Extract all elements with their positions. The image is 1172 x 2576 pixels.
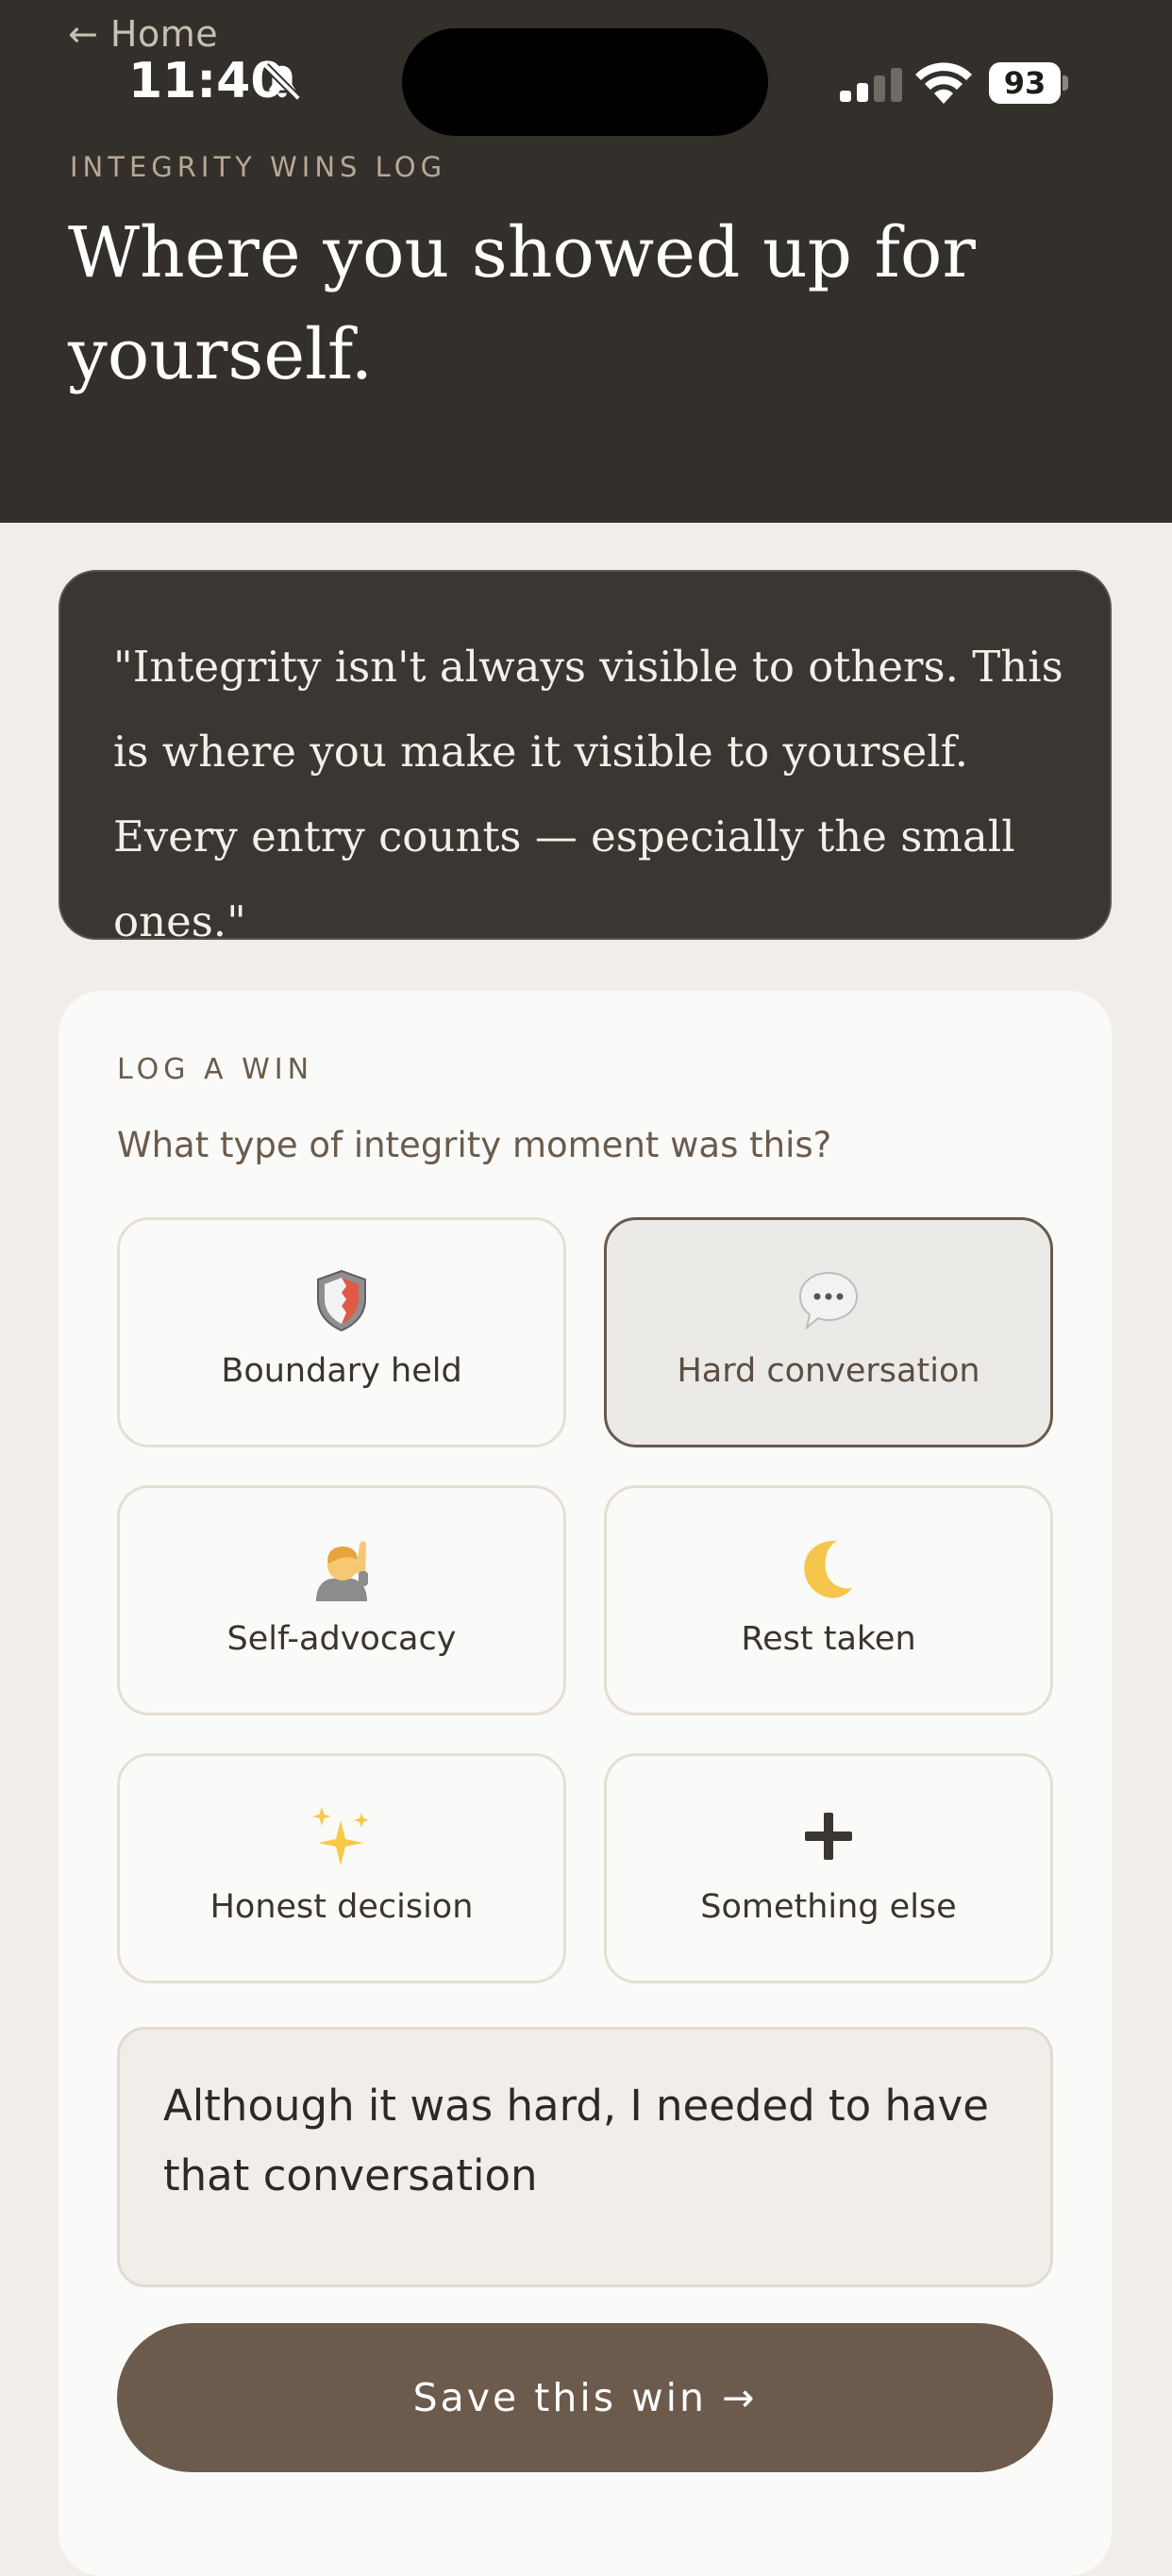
shield-icon bbox=[317, 1269, 366, 1332]
option-label: Self-advocacy bbox=[226, 1620, 457, 1658]
speech-bubble-icon bbox=[798, 1271, 859, 1330]
plus-icon bbox=[805, 1813, 852, 1860]
option-label: Rest taken bbox=[741, 1620, 916, 1658]
option-label: Honest decision bbox=[209, 1888, 474, 1926]
battery-indicator: 93 bbox=[989, 62, 1061, 104]
option-label: Boundary held bbox=[221, 1352, 462, 1390]
status-bar: 11:40 93 ← Home bbox=[0, 0, 1172, 142]
log-win-card: LOG A WIN What type of integrity moment … bbox=[59, 991, 1112, 2576]
win-note-input[interactable]: Although it was hard, I needed to have t… bbox=[117, 2027, 1053, 2287]
option-hard-conversation[interactable]: Hard conversation bbox=[604, 1217, 1053, 1447]
sparkles-icon bbox=[312, 1807, 369, 1865]
back-home-link[interactable]: ← Home bbox=[68, 13, 218, 55]
battery-tip bbox=[1063, 75, 1068, 91]
battery-level: 93 bbox=[1003, 65, 1046, 101]
header: 11:40 93 ← Home INTEGRITY WINS LOG Where… bbox=[0, 0, 1172, 523]
option-boundary-held[interactable]: Boundary held bbox=[117, 1217, 566, 1447]
crescent-moon-icon bbox=[804, 1540, 852, 1598]
type-question: What type of integrity moment was this? bbox=[117, 1125, 832, 1165]
option-label: Something else bbox=[700, 1888, 957, 1926]
page-eyebrow: INTEGRITY WINS LOG bbox=[70, 151, 447, 183]
raising-hand-icon bbox=[316, 1541, 368, 1601]
dynamic-island bbox=[402, 28, 768, 136]
signal-icon bbox=[840, 68, 902, 102]
quote-text: "Integrity isn't always visible to other… bbox=[113, 642, 1063, 946]
quote-card: "Integrity isn't always visible to other… bbox=[59, 570, 1112, 946]
option-rest-taken[interactable]: Rest taken bbox=[604, 1485, 1053, 1715]
save-win-button[interactable]: Save this win → bbox=[117, 2323, 1053, 2472]
option-self-advocacy[interactable]: Self-advocacy bbox=[117, 1485, 566, 1715]
option-something-else[interactable]: Something else bbox=[604, 1753, 1053, 1983]
win-note-text: Although it was hard, I needed to have t… bbox=[163, 2081, 989, 2200]
page-title: Where you showed up for yourself. bbox=[68, 212, 976, 395]
option-honest-decision[interactable]: Honest decision bbox=[117, 1753, 566, 1983]
section-label: LOG A WIN bbox=[117, 1053, 314, 1086]
bell-muted-icon bbox=[263, 63, 301, 101]
wifi-icon bbox=[915, 62, 972, 104]
option-label: Hard conversation bbox=[677, 1352, 980, 1390]
